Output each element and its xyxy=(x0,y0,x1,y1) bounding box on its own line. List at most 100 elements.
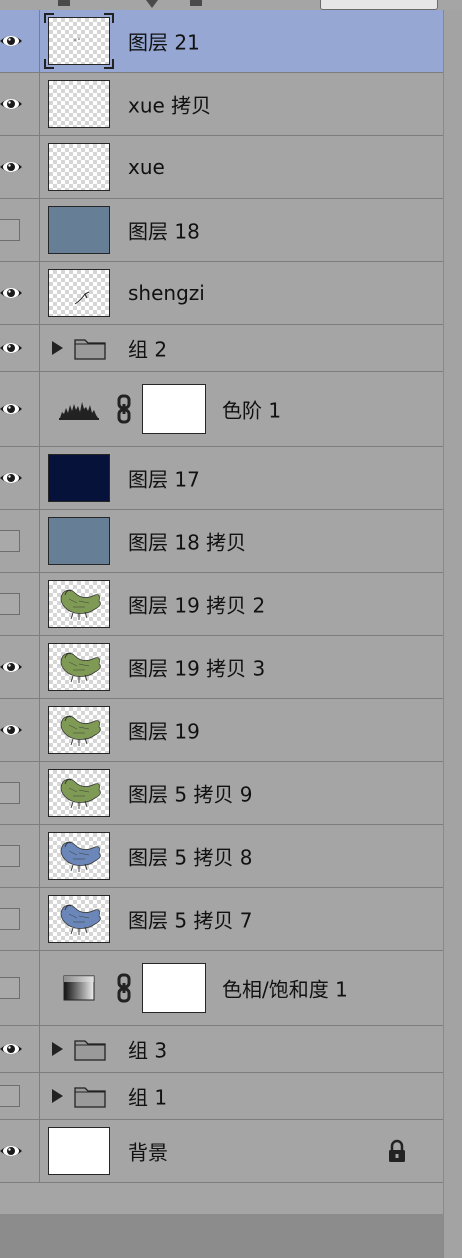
visibility-toggle[interactable] xyxy=(0,10,40,72)
layer-row[interactable]: 图层 21 xyxy=(0,10,443,73)
layer-thumbnail[interactable] xyxy=(48,769,110,817)
layer-row[interactable]: xue 拷贝 xyxy=(0,73,443,136)
visibility-toggle[interactable] xyxy=(0,1026,40,1072)
layer-name[interactable]: 图层 17 xyxy=(128,464,200,493)
visibility-toggle[interactable] xyxy=(0,73,40,135)
eye-icon[interactable] xyxy=(0,33,23,49)
eye-icon[interactable] xyxy=(0,1143,23,1159)
visibility-toggle[interactable] xyxy=(0,699,40,761)
toolbar-icon[interactable] xyxy=(190,0,202,6)
layer-name[interactable]: 组 1 xyxy=(128,1082,167,1111)
layer-name[interactable]: 图层 19 拷贝 2 xyxy=(128,590,265,619)
opacity-field[interactable] xyxy=(320,0,438,10)
layer-thumbnail[interactable] xyxy=(48,517,110,565)
eye-icon[interactable] xyxy=(0,470,23,486)
visibility-toggle[interactable] xyxy=(0,573,40,635)
visibility-toggle[interactable] xyxy=(0,951,40,1025)
layer-thumbnail[interactable] xyxy=(48,895,110,943)
layer-row[interactable]: xue xyxy=(0,136,443,199)
visibility-off-box[interactable] xyxy=(0,908,20,930)
layer-name[interactable]: xue 拷贝 xyxy=(128,90,211,119)
layer-thumbnail[interactable] xyxy=(48,206,110,254)
visibility-toggle[interactable] xyxy=(0,262,40,324)
hue-saturation-icon[interactable] xyxy=(58,975,100,1001)
visibility-toggle[interactable] xyxy=(0,825,40,887)
layer-name[interactable]: 组 2 xyxy=(128,334,167,363)
layer-thumbnail[interactable] xyxy=(48,17,110,65)
layer-name[interactable]: 图层 18 拷贝 xyxy=(128,527,246,556)
visibility-off-box[interactable] xyxy=(0,593,20,615)
layer-row[interactable]: 图层 19 拷贝 2 xyxy=(0,573,443,636)
levels-histogram-icon[interactable] xyxy=(58,396,100,422)
eye-icon[interactable] xyxy=(0,1041,23,1057)
scrollbar[interactable] xyxy=(443,10,462,1258)
visibility-toggle[interactable] xyxy=(0,510,40,572)
layer-name[interactable]: 图层 19 xyxy=(128,716,200,745)
layer-name[interactable]: 图层 21 xyxy=(128,27,200,56)
layer-row[interactable]: shengzi xyxy=(0,262,443,325)
visibility-off-box[interactable] xyxy=(0,977,20,999)
layer-thumbnail[interactable] xyxy=(48,1127,110,1175)
layer-row[interactable]: 组 1 xyxy=(0,1073,443,1120)
layer-row[interactable]: 图层 18 xyxy=(0,199,443,262)
link-chain-icon[interactable] xyxy=(116,394,132,424)
eye-icon[interactable] xyxy=(0,659,23,675)
eye-icon[interactable] xyxy=(0,285,23,301)
visibility-toggle[interactable] xyxy=(0,199,40,261)
layer-name[interactable]: 图层 19 拷贝 3 xyxy=(128,653,265,682)
eye-icon[interactable] xyxy=(0,96,23,112)
layer-name[interactable]: 图层 5 拷贝 7 xyxy=(128,905,253,934)
visibility-toggle[interactable] xyxy=(0,447,40,509)
layer-name[interactable]: 组 3 xyxy=(128,1035,167,1064)
layer-name[interactable]: 图层 5 拷贝 8 xyxy=(128,842,253,871)
visibility-toggle[interactable] xyxy=(0,136,40,198)
visibility-off-box[interactable] xyxy=(0,845,20,867)
visibility-toggle[interactable] xyxy=(0,762,40,824)
layer-row[interactable]: 色相/饱和度 1 xyxy=(0,951,443,1026)
expand-arrow-icon[interactable] xyxy=(52,1089,63,1103)
layer-thumbnail[interactable] xyxy=(48,706,110,754)
layer-thumbnail[interactable] xyxy=(48,269,110,317)
visibility-toggle[interactable] xyxy=(0,636,40,698)
visibility-toggle[interactable] xyxy=(0,1120,40,1182)
expand-arrow-icon[interactable] xyxy=(52,341,63,355)
layer-row[interactable]: 图层 18 拷贝 xyxy=(0,510,443,573)
eye-icon[interactable] xyxy=(0,340,23,356)
layer-name[interactable]: xue xyxy=(128,155,165,179)
toolbar-icon[interactable] xyxy=(58,0,70,6)
layer-name[interactable]: 背景 xyxy=(128,1137,168,1166)
layer-thumbnail[interactable] xyxy=(48,80,110,128)
layer-row[interactable]: 组 2 xyxy=(0,325,443,372)
visibility-toggle[interactable] xyxy=(0,888,40,950)
layer-row[interactable]: 背景 xyxy=(0,1120,443,1183)
layer-name[interactable]: shengzi xyxy=(128,281,205,305)
layer-thumbnail[interactable] xyxy=(48,580,110,628)
link-chain-icon[interactable] xyxy=(116,973,132,1003)
layer-row[interactable]: 图层 19 xyxy=(0,699,443,762)
layer-name[interactable]: 色相/饱和度 1 xyxy=(222,974,348,1003)
layer-row[interactable]: 图层 19 拷贝 3 xyxy=(0,636,443,699)
layer-row[interactable]: 图层 5 拷贝 7 xyxy=(0,888,443,951)
layer-mask-thumbnail[interactable] xyxy=(142,963,206,1013)
visibility-toggle[interactable] xyxy=(0,325,40,371)
visibility-toggle[interactable] xyxy=(0,1073,40,1119)
visibility-off-box[interactable] xyxy=(0,1085,20,1107)
visibility-toggle[interactable] xyxy=(0,372,40,446)
visibility-off-box[interactable] xyxy=(0,530,20,552)
layer-thumbnail[interactable] xyxy=(48,454,110,502)
layer-name[interactable]: 图层 18 xyxy=(128,216,200,245)
layer-row[interactable]: 色阶 1 xyxy=(0,372,443,447)
layer-row[interactable]: 图层 5 拷贝 9 xyxy=(0,762,443,825)
eye-icon[interactable] xyxy=(0,401,23,417)
toolbar-arrow-icon[interactable] xyxy=(146,0,158,8)
expand-arrow-icon[interactable] xyxy=(52,1042,63,1056)
layer-mask-thumbnail[interactable] xyxy=(142,384,206,434)
visibility-off-box[interactable] xyxy=(0,782,20,804)
visibility-off-box[interactable] xyxy=(0,219,20,241)
layer-row[interactable]: 组 3 xyxy=(0,1026,443,1073)
layer-thumbnail[interactable] xyxy=(48,643,110,691)
eye-icon[interactable] xyxy=(0,159,23,175)
layer-row[interactable]: 图层 5 拷贝 8 xyxy=(0,825,443,888)
layer-thumbnail[interactable] xyxy=(48,832,110,880)
layer-row[interactable]: 图层 17 xyxy=(0,447,443,510)
